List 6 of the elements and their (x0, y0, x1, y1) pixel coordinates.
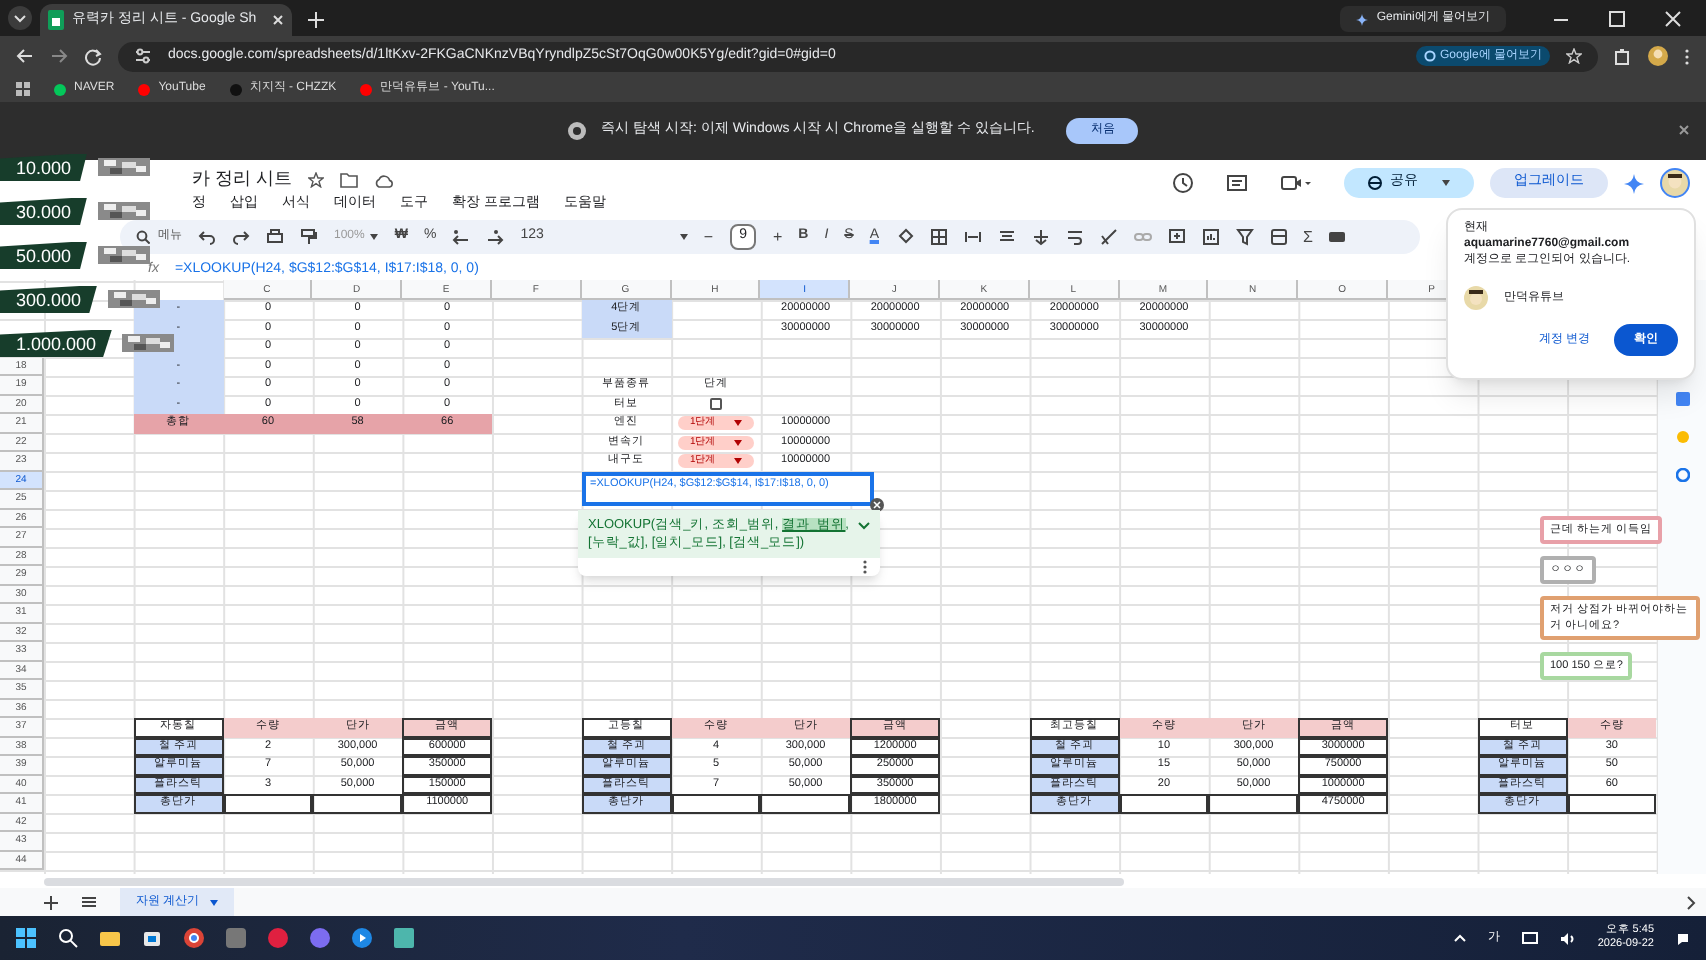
donation-amount-toast: 300.000 (0, 285, 98, 313)
donation-amount-toast: 1.000.000 (0, 329, 113, 357)
increase-font-size-button[interactable]: + (772, 225, 783, 249)
functions-button[interactable]: Σ (1303, 225, 1313, 249)
decrease-font-size-button[interactable]: − (703, 225, 714, 249)
document-title[interactable]: 카 정리 시트 (192, 166, 293, 194)
